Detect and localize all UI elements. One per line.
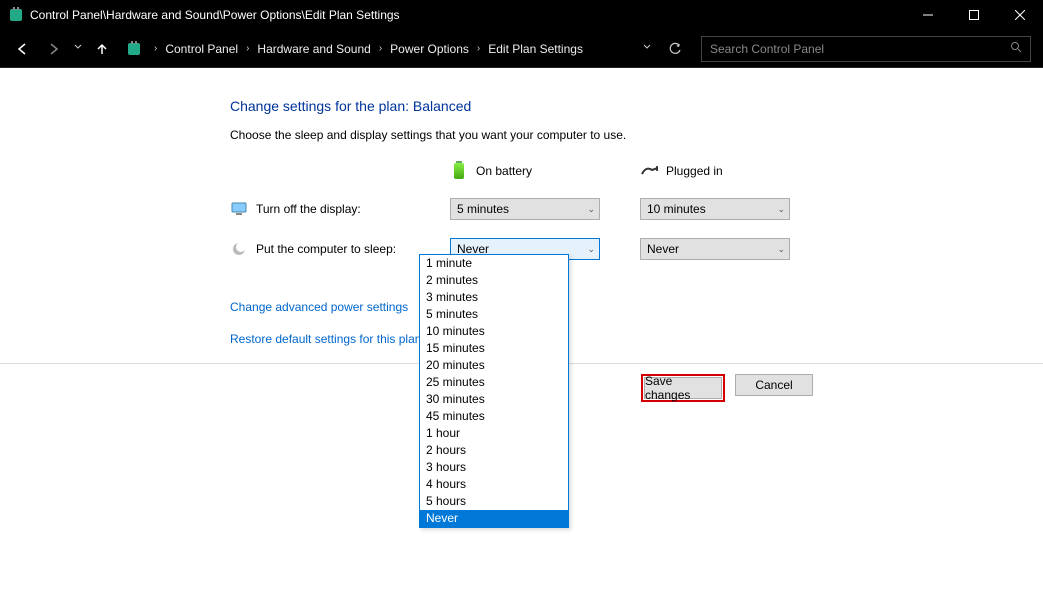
chevron-right-icon[interactable]: › xyxy=(246,43,249,54)
row-display-text: Turn off the display: xyxy=(256,202,361,216)
search-input[interactable]: Search Control Panel xyxy=(701,36,1031,62)
back-button[interactable] xyxy=(8,35,36,63)
chevron-down-icon: ⌄ xyxy=(587,204,595,215)
plug-icon xyxy=(640,162,658,180)
cancel-button[interactable]: Cancel xyxy=(735,374,813,396)
dropdown-option[interactable]: 10 minutes xyxy=(420,323,568,340)
address-icon xyxy=(124,39,144,59)
dropdown-option[interactable]: 25 minutes xyxy=(420,374,568,391)
search-icon xyxy=(1010,41,1022,56)
search-placeholder: Search Control Panel xyxy=(710,42,1010,56)
app-icon xyxy=(8,7,24,23)
chevron-right-icon[interactable]: › xyxy=(477,43,480,54)
chevron-down-icon: ⌄ xyxy=(777,244,785,255)
display-battery-combo[interactable]: 5 minutes ⌄ xyxy=(450,198,600,220)
monitor-icon xyxy=(230,200,248,218)
battery-icon xyxy=(450,162,468,180)
dropdown-option[interactable]: 1 hour xyxy=(420,425,568,442)
chevron-down-icon: ⌄ xyxy=(587,244,595,255)
window-title: Control Panel\Hardware and Sound\Power O… xyxy=(30,8,905,22)
sleep-battery-dropdown[interactable]: 1 minute2 minutes3 minutes5 minutes10 mi… xyxy=(419,254,569,528)
advanced-settings-link[interactable]: Change advanced power settings xyxy=(230,300,1043,314)
refresh-button[interactable] xyxy=(661,35,689,63)
page-subtitle: Choose the sleep and display settings th… xyxy=(230,128,1043,142)
row-display-label: Turn off the display: xyxy=(230,200,420,218)
content-area: Change settings for the plan: Balanced C… xyxy=(0,68,1043,594)
display-plugged-combo[interactable]: 10 minutes ⌄ xyxy=(640,198,790,220)
forward-button[interactable] xyxy=(40,35,68,63)
recent-dropdown-icon[interactable] xyxy=(72,43,84,54)
save-button-highlight: Save changes xyxy=(641,374,725,402)
column-header-plugged: Plugged in xyxy=(640,162,800,180)
dropdown-option[interactable]: 2 minutes xyxy=(420,272,568,289)
title-bar: Control Panel\Hardware and Sound\Power O… xyxy=(0,0,1043,30)
breadcrumb: › Control Panel › Hardware and Sound › P… xyxy=(150,36,657,62)
row-sleep-label: Put the computer to sleep: xyxy=(230,240,420,258)
address-dropdown-icon[interactable] xyxy=(641,43,653,54)
dropdown-option[interactable]: 1 minute xyxy=(420,255,568,272)
column-header-battery: On battery xyxy=(450,162,610,180)
row-sleep-text: Put the computer to sleep: xyxy=(256,242,396,256)
display-battery-value: 5 minutes xyxy=(457,202,509,216)
display-plugged-value: 10 minutes xyxy=(647,202,706,216)
dropdown-option[interactable]: 3 minutes xyxy=(420,289,568,306)
dropdown-option[interactable]: 3 hours xyxy=(420,459,568,476)
crumb-edit-plan[interactable]: Edit Plan Settings xyxy=(482,42,589,56)
settings-grid: On battery Plugged in Turn off the displ… xyxy=(230,162,1043,260)
save-button[interactable]: Save changes xyxy=(644,377,722,399)
maximize-button[interactable] xyxy=(951,0,997,30)
dropdown-option[interactable]: 15 minutes xyxy=(420,340,568,357)
dropdown-option[interactable]: Never xyxy=(420,510,568,527)
chevron-right-icon[interactable]: › xyxy=(379,43,382,54)
nav-bar: › Control Panel › Hardware and Sound › P… xyxy=(0,30,1043,68)
close-button[interactable] xyxy=(997,0,1043,30)
column-header-battery-label: On battery xyxy=(476,164,532,178)
dropdown-option[interactable]: 2 hours xyxy=(420,442,568,459)
up-button[interactable] xyxy=(88,35,116,63)
window-controls xyxy=(905,0,1043,30)
restore-defaults-link[interactable]: Restore default settings for this plan xyxy=(230,332,1043,346)
dropdown-option[interactable]: 45 minutes xyxy=(420,408,568,425)
links-section: Change advanced power settings Restore d… xyxy=(230,300,1043,346)
column-header-plugged-label: Plugged in xyxy=(666,164,723,178)
moon-icon xyxy=(230,240,248,258)
dropdown-option[interactable]: 4 hours xyxy=(420,476,568,493)
crumb-hardware-sound[interactable]: Hardware and Sound xyxy=(251,42,376,56)
dropdown-option[interactable]: 5 hours xyxy=(420,493,568,510)
chevron-right-icon[interactable]: › xyxy=(154,43,157,54)
crumb-power-options[interactable]: Power Options xyxy=(384,42,475,56)
dropdown-option[interactable]: 30 minutes xyxy=(420,391,568,408)
sleep-plugged-value: Never xyxy=(647,242,679,256)
dropdown-option[interactable]: 20 minutes xyxy=(420,357,568,374)
minimize-button[interactable] xyxy=(905,0,951,30)
crumb-control-panel[interactable]: Control Panel xyxy=(159,42,244,56)
dropdown-option[interactable]: 5 minutes xyxy=(420,306,568,323)
chevron-down-icon: ⌄ xyxy=(777,204,785,215)
page-title: Change settings for the plan: Balanced xyxy=(230,98,1043,114)
sleep-plugged-combo[interactable]: Never ⌄ xyxy=(640,238,790,260)
